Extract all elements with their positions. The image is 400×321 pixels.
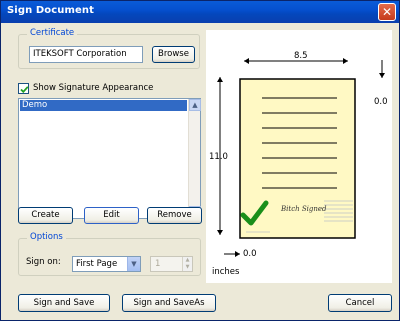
scroll-up-icon[interactable]: ▲ (189, 99, 201, 111)
left-offset-label: 0.0 (243, 249, 257, 259)
page-width-label: 8.5 (294, 51, 308, 61)
certificate-group-label: Certificate (27, 28, 78, 38)
edit-button[interactable]: Edit (84, 207, 139, 224)
title-bar[interactable]: Sign Document ✕ (1, 1, 399, 23)
spin-up-icon: ▲ (182, 257, 192, 264)
sign-on-value: First Page (76, 259, 118, 269)
dialog-body: Certificate ITEKSOFT Corporation Browse … (4, 24, 396, 319)
list-item[interactable]: Demo (20, 100, 187, 111)
list-scrollbar[interactable]: ▲ ▼ (188, 99, 201, 218)
page-number-value: 1 (155, 259, 161, 269)
certificate-field[interactable]: ITEKSOFT Corporation (29, 46, 143, 63)
chevron-down-icon[interactable]: ▼ (127, 257, 140, 271)
sign-on-select[interactable]: First Page ▼ (72, 256, 141, 272)
checkmark-icon (20, 86, 29, 94)
options-group-label: Options (27, 232, 66, 242)
window-title: Sign Document (7, 5, 95, 16)
units-label: inches (212, 267, 240, 277)
sign-and-save-button[interactable]: Sign and Save (18, 294, 110, 312)
sign-and-save-as-button[interactable]: Sign and SaveAs (122, 294, 216, 312)
signature-text: Bitch Signed (281, 205, 327, 213)
remove-button[interactable]: Remove (147, 207, 202, 224)
create-button[interactable]: Create (18, 207, 73, 224)
show-signature-label[interactable]: Show Signature Appearance (33, 83, 153, 93)
signature-preview-panel: 8.5 11.0 0.0 0.0 inches Bitch Signed (206, 30, 392, 283)
show-signature-checkbox[interactable] (18, 83, 29, 94)
page-height-label: 11.0 (209, 152, 228, 162)
close-button[interactable]: ✕ (378, 3, 396, 21)
spin-down-icon: ▼ (182, 264, 192, 271)
top-offset-label: 0.0 (374, 97, 388, 107)
options-group: Options Sign on: First Page ▼ 1 ▲ ▼ (18, 232, 201, 276)
close-icon: ✕ (381, 5, 393, 19)
browse-button[interactable]: Browse (152, 46, 195, 63)
page-number-stepper: 1 ▲ ▼ (150, 256, 193, 272)
sign-on-label: Sign on: (26, 257, 61, 267)
certificate-group: Certificate ITEKSOFT Corporation Browse (18, 28, 200, 69)
sign-document-dialog: Sign Document ✕ Certificate ITEKSOFT Cor… (0, 0, 400, 321)
cancel-button[interactable]: Cancel (328, 294, 392, 312)
appearance-list[interactable]: Demo ▲ ▼ (18, 98, 201, 219)
page-diagram (217, 58, 385, 257)
